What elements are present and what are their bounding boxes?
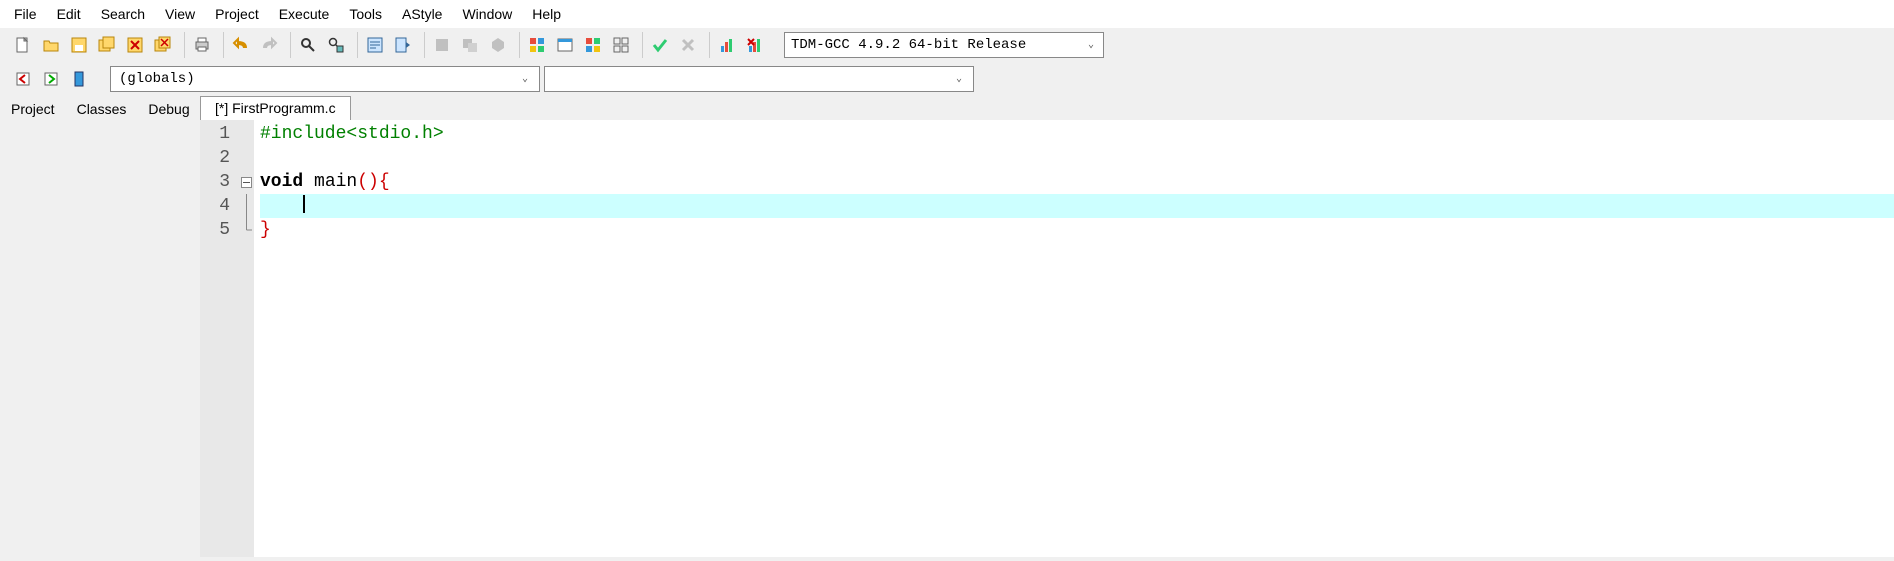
line-number: 5 <box>200 218 230 242</box>
menu-search[interactable]: Search <box>91 2 155 26</box>
compile-run-button[interactable] <box>485 32 511 58</box>
save-button[interactable] <box>66 32 92 58</box>
menu-window[interactable]: Window <box>452 2 522 26</box>
new-file-button[interactable] <box>10 32 36 58</box>
main-toolbar: TDM-GCC 4.9.2 64-bit Release ⌄ <box>0 28 1894 62</box>
stop-debug-button[interactable] <box>675 32 701 58</box>
chevron-down-icon: ⌄ <box>953 73 965 85</box>
menu-help[interactable]: Help <box>522 2 571 26</box>
scope-dropdown[interactable]: (globals) ⌄ <box>110 66 540 92</box>
debug-valid-icon[interactable] <box>647 32 673 58</box>
forward-button[interactable] <box>38 66 64 92</box>
main-area: ProjectClassesDebug [*] FirstProgramm.c … <box>0 96 1894 557</box>
code-editor[interactable]: 12345 #include<stdio.h> void main(){ } <box>200 120 1894 557</box>
code-content[interactable]: #include<stdio.h> void main(){ } <box>254 120 1894 557</box>
open-file-button[interactable] <box>38 32 64 58</box>
menu-edit[interactable]: Edit <box>47 2 91 26</box>
line-number: 3 <box>200 170 230 194</box>
bookmark-toggle-button[interactable] <box>66 66 92 92</box>
scope-label: (globals) <box>119 71 195 87</box>
line-number: 1 <box>200 122 230 146</box>
close-button[interactable] <box>122 32 148 58</box>
code-line[interactable]: void main(){ <box>260 170 1894 194</box>
editor-tabs: [*] FirstProgramm.c <box>200 96 1894 120</box>
code-line[interactable]: } <box>260 218 1894 242</box>
chevron-down-icon: ⌄ <box>1085 39 1097 51</box>
fold-marker <box>238 218 254 242</box>
compiler-dropdown[interactable]: TDM-GCC 4.9.2 64-bit Release ⌄ <box>784 32 1104 58</box>
side-panel: ProjectClassesDebug <box>0 96 200 557</box>
close-all-button[interactable] <box>150 32 176 58</box>
save-all-button[interactable] <box>94 32 120 58</box>
fold-marker[interactable] <box>238 170 254 194</box>
chevron-down-icon: ⌄ <box>519 73 531 85</box>
line-number: 2 <box>200 146 230 170</box>
print-button[interactable] <box>189 32 215 58</box>
profile-button[interactable] <box>714 32 740 58</box>
back-button[interactable] <box>10 66 36 92</box>
code-line[interactable] <box>260 146 1894 170</box>
redo-button[interactable] <box>256 32 282 58</box>
menu-view[interactable]: View <box>155 2 205 26</box>
delete-profile-button[interactable] <box>742 32 768 58</box>
fold-marker <box>238 194 254 218</box>
grid-button[interactable] <box>608 32 634 58</box>
code-line[interactable] <box>260 194 1894 218</box>
undo-button[interactable] <box>228 32 254 58</box>
editor-panel: [*] FirstProgramm.c 12345 #include<stdio… <box>200 96 1894 557</box>
run-button[interactable] <box>457 32 483 58</box>
fold-marker <box>238 122 254 146</box>
replace-button[interactable] <box>323 32 349 58</box>
editor-tab-firstprogramm[interactable]: [*] FirstProgramm.c <box>200 96 351 120</box>
menu-project[interactable]: Project <box>205 2 269 26</box>
fold-gutter <box>238 120 254 557</box>
side-panel-tabs: ProjectClassesDebug <box>0 96 200 122</box>
menubar: FileEditSearchViewProjectExecuteToolsASt… <box>0 0 1894 28</box>
menu-file[interactable]: File <box>4 2 47 26</box>
fold-marker <box>238 146 254 170</box>
menu-astyle[interactable]: AStyle <box>392 2 452 26</box>
menu-execute[interactable]: Execute <box>269 2 340 26</box>
side-tab-project[interactable]: Project <box>0 96 66 122</box>
new-window-button[interactable] <box>552 32 578 58</box>
line-number-gutter: 12345 <box>200 120 238 557</box>
rebuild-button[interactable] <box>524 32 550 58</box>
line-number: 4 <box>200 194 230 218</box>
find-button[interactable] <box>295 32 321 58</box>
navigation-toolbar: (globals) ⌄ ⌄ <box>0 62 1894 96</box>
compile-button[interactable] <box>429 32 455 58</box>
tile-windows-button[interactable] <box>580 32 606 58</box>
side-tab-classes[interactable]: Classes <box>66 96 138 122</box>
compiler-label: TDM-GCC 4.9.2 64-bit Release <box>791 37 1026 53</box>
editor-tab-label: [*] FirstProgramm.c <box>215 100 336 116</box>
side-tab-debug[interactable]: Debug <box>137 96 200 122</box>
goto-bookmark-button[interactable] <box>390 32 416 58</box>
goto-line-button[interactable] <box>362 32 388 58</box>
member-dropdown[interactable]: ⌄ <box>544 66 974 92</box>
code-line[interactable]: #include<stdio.h> <box>260 122 1894 146</box>
menu-tools[interactable]: Tools <box>339 2 392 26</box>
